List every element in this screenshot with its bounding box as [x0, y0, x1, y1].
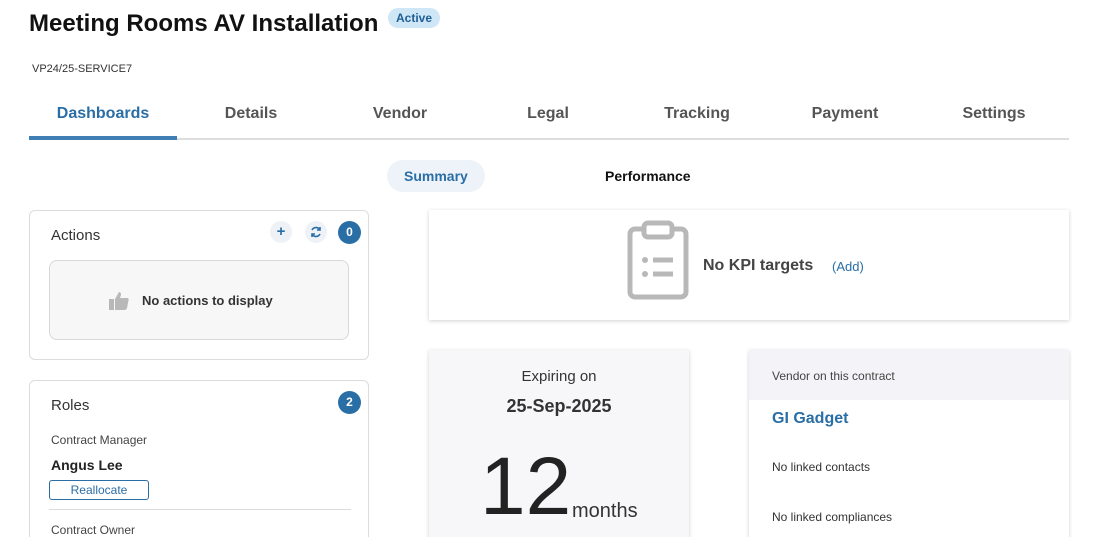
actions-title: Actions — [51, 227, 101, 244]
status-badge: Active — [388, 8, 441, 28]
refresh-actions-button[interactable] — [305, 221, 327, 243]
tab-settings[interactable]: Settings — [920, 100, 1068, 140]
contract-manager-name: Angus Lee — [51, 457, 123, 473]
kpi-empty-text: No KPI targets — [703, 257, 814, 274]
roles-count-badge: 2 — [338, 391, 361, 414]
subtab-performance[interactable]: Performance — [588, 160, 708, 192]
linked-compliances-text: No linked compliances — [772, 510, 893, 524]
reallocate-button[interactable]: Reallocate — [49, 480, 149, 500]
actions-card: Actions + 0 No actions to display — [29, 210, 369, 360]
clipboard-list-icon — [627, 220, 689, 300]
vendor-name-link[interactable]: GI Gadget — [772, 410, 848, 428]
tab-tracking[interactable]: Tracking — [623, 100, 771, 140]
remaining-unit: months — [572, 500, 638, 522]
vendor-header-text: Vendor on this contract — [772, 369, 895, 383]
contract-manager-label: Contract Manager — [51, 433, 148, 447]
kpi-card: No KPI targets (Add) — [429, 210, 1069, 320]
remaining-value: 12 — [480, 441, 572, 532]
vendor-card-header: Vendor on this contract — [749, 350, 1069, 400]
contract-code: VP24/25-SERVICE7 — [32, 63, 133, 75]
actions-count-badge: 0 — [338, 221, 361, 244]
roles-card: Roles 2 Contract Manager Angus Lee Reall… — [29, 380, 369, 537]
tab-vendor[interactable]: Vendor — [326, 100, 474, 140]
actions-empty-text: No actions to display — [142, 293, 273, 308]
subtab-summary[interactable]: Summary — [387, 160, 485, 192]
linked-contacts-text: No linked contacts — [772, 460, 871, 474]
refresh-icon — [311, 226, 321, 238]
main-tabs: Dashboards Details Vendor Legal Tracking… — [29, 100, 1069, 140]
add-kpi-link[interactable]: (Add) — [832, 259, 864, 274]
roles-divider — [49, 509, 351, 510]
expiry-card: Expiring on 25-Sep-2025 12 months — [429, 350, 689, 537]
vendor-card: Vendor on this contract GI Gadget No lin… — [749, 350, 1069, 537]
contract-owner-label: Contract Owner — [51, 523, 136, 537]
tab-dashboards[interactable]: Dashboards — [29, 100, 177, 140]
plus-icon: + — [276, 223, 286, 240]
roles-title: Roles — [51, 397, 90, 414]
expiry-label: Expiring on — [521, 368, 597, 385]
thumbs-up-icon — [109, 292, 129, 310]
tab-details[interactable]: Details — [177, 100, 325, 140]
page-title: Meeting Rooms AV Installation — [29, 10, 379, 37]
tab-payment[interactable]: Payment — [771, 100, 919, 140]
add-action-button[interactable]: + — [270, 221, 292, 243]
tab-legal[interactable]: Legal — [474, 100, 622, 140]
expiry-date: 25-Sep-2025 — [506, 396, 612, 416]
actions-empty-state: No actions to display — [49, 260, 349, 340]
